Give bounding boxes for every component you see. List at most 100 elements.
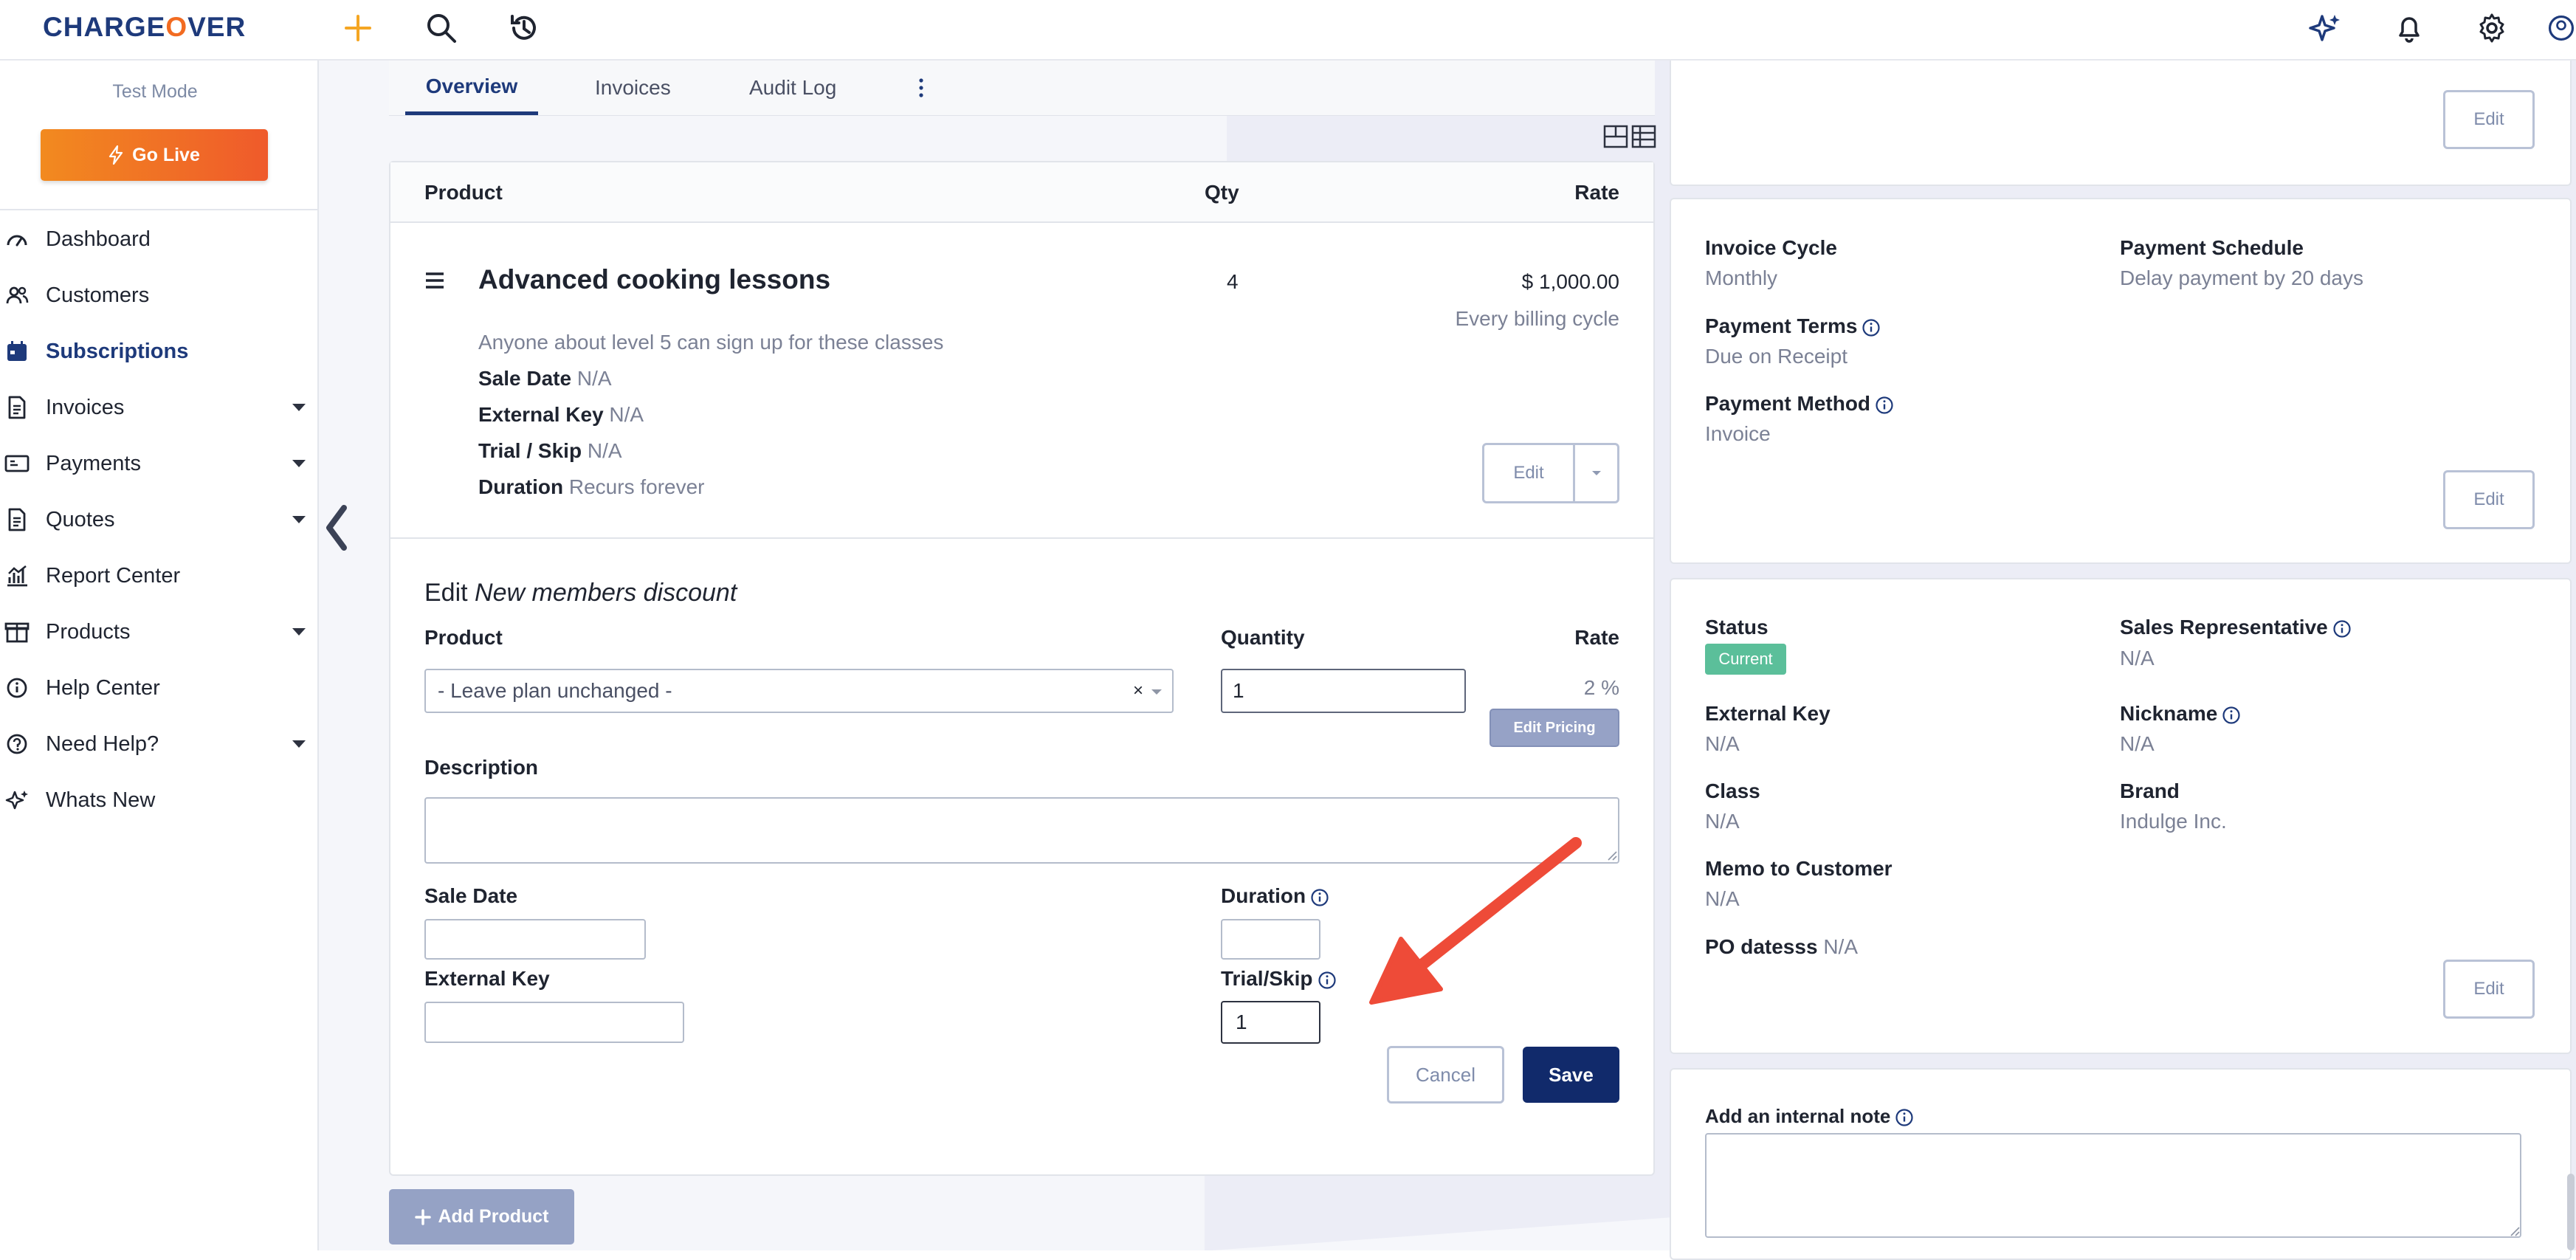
info-icon bbox=[4, 675, 30, 700]
brand-label: Brand bbox=[2120, 779, 2180, 802]
quantity-input[interactable]: 1 bbox=[1221, 669, 1466, 713]
external-key-input[interactable] bbox=[424, 1002, 684, 1043]
status-badge: Current bbox=[1705, 644, 1786, 675]
product-select-value: - Leave plan unchanged - bbox=[438, 679, 672, 702]
chevron-down-icon[interactable] bbox=[292, 516, 306, 523]
layout-rows-icon[interactable] bbox=[1631, 124, 1656, 149]
info-icon[interactable] bbox=[1895, 1108, 1914, 1127]
resize-handle-icon[interactable] bbox=[1605, 849, 1617, 861]
trial-skip-input[interactable]: 1 bbox=[1221, 1001, 1320, 1044]
chargeover-logo[interactable]: CHARGEOVER bbox=[43, 12, 246, 43]
sidebar-item-invoices[interactable]: Invoices bbox=[0, 385, 317, 430]
clear-icon[interactable]: × bbox=[1133, 681, 1143, 701]
resize-handle-icon[interactable] bbox=[2508, 1225, 2520, 1236]
col-rate-header: Rate bbox=[1574, 181, 1619, 204]
sidebar-divider bbox=[0, 209, 317, 210]
lightning-icon bbox=[109, 145, 123, 165]
payment-method-label: Payment Method bbox=[1705, 392, 1894, 416]
sidebar-item-need-help[interactable]: Need Help? bbox=[0, 722, 317, 766]
sidebar-item-payments[interactable]: Payments bbox=[0, 441, 317, 486]
sidebar-item-help-center[interactable]: Help Center bbox=[0, 666, 317, 710]
sidebar-item-label: Subscriptions bbox=[46, 339, 189, 363]
quantity-input-value: 1 bbox=[1233, 679, 1244, 702]
document-icon bbox=[4, 507, 30, 532]
internal-note-textarea[interactable] bbox=[1705, 1133, 2521, 1238]
brand-value: Indulge Inc. bbox=[2120, 810, 2227, 833]
trial-skip-label: Trial/Skip bbox=[1221, 967, 1337, 991]
chart-icon bbox=[4, 563, 30, 588]
account-icon[interactable] bbox=[2546, 6, 2576, 50]
product-billing-cycle: Every billing cycle bbox=[1455, 307, 1619, 330]
gear-icon[interactable] bbox=[2470, 6, 2514, 50]
save-button[interactable]: Save bbox=[1523, 1047, 1619, 1103]
product-edit-button[interactable]: Edit bbox=[1482, 443, 1575, 503]
scrollbar[interactable] bbox=[2567, 1174, 2575, 1250]
add-icon[interactable] bbox=[336, 6, 380, 50]
sidebar-item-label: Help Center bbox=[46, 675, 160, 700]
layout-split-icon[interactable] bbox=[1603, 124, 1628, 149]
edit-pricing-button[interactable]: Edit Pricing bbox=[1490, 709, 1619, 747]
tab-invoices[interactable]: Invoices bbox=[595, 61, 671, 115]
sidebar-item-quotes[interactable]: Quotes bbox=[0, 498, 317, 542]
bell-icon[interactable] bbox=[2387, 6, 2431, 50]
drag-handle-icon[interactable] bbox=[424, 272, 445, 289]
sale-date-input[interactable] bbox=[424, 919, 646, 960]
product-description: Anyone about level 5 can sign up for the… bbox=[478, 331, 944, 354]
calendar-icon bbox=[4, 339, 30, 364]
sidebar-item-dashboard[interactable]: Dashboard bbox=[0, 217, 317, 261]
invoice-cycle-value: Monthly bbox=[1705, 266, 1778, 289]
chevron-down-icon[interactable] bbox=[292, 460, 306, 467]
add-product-button[interactable]: Add Product bbox=[389, 1189, 574, 1244]
invoice-cycle-label: Invoice Cycle bbox=[1705, 236, 1837, 259]
info-icon[interactable] bbox=[1862, 318, 1881, 337]
product-rate: $ 1,000.00 bbox=[1521, 270, 1619, 293]
box-icon bbox=[4, 619, 30, 644]
product-select[interactable]: - Leave plan unchanged - × bbox=[424, 669, 1174, 713]
top-bar: CHARGEOVER bbox=[0, 0, 2576, 61]
memo-label: Memo to Customer bbox=[1705, 857, 1893, 880]
info-icon[interactable] bbox=[1318, 971, 1337, 990]
ai-sparkle-icon[interactable] bbox=[2303, 6, 2347, 50]
collapse-sidebar-icon[interactable] bbox=[322, 502, 351, 554]
class-label: Class bbox=[1705, 779, 1760, 802]
chevron-down-icon[interactable] bbox=[292, 740, 306, 748]
sidebar-item-label: Payments bbox=[46, 451, 141, 475]
tab-audit-log[interactable]: Audit Log bbox=[749, 61, 836, 115]
sidebar-item-label: Customers bbox=[46, 283, 150, 307]
sidebar-item-report-center[interactable]: Report Center bbox=[0, 554, 317, 598]
top-details-card bbox=[1670, 52, 2572, 186]
edit-rate-label: Rate bbox=[1574, 626, 1619, 649]
chevron-down-icon[interactable] bbox=[292, 628, 306, 636]
sidebar-item-products[interactable]: Products bbox=[0, 610, 317, 654]
nickname-value: N/A bbox=[2120, 732, 2155, 755]
line-divider bbox=[390, 537, 1653, 539]
sidebar-item-subscriptions[interactable]: Subscriptions bbox=[0, 329, 317, 373]
info-icon[interactable] bbox=[2332, 619, 2352, 638]
edit-product-label: Product bbox=[424, 626, 503, 649]
billing-edit-button[interactable]: Edit bbox=[2443, 470, 2535, 529]
duration-input[interactable] bbox=[1221, 919, 1320, 960]
info-icon[interactable] bbox=[1875, 396, 1894, 415]
product-name: Advanced cooking lessons bbox=[478, 264, 831, 295]
search-icon[interactable] bbox=[419, 6, 464, 50]
sidebar-item-whats-new[interactable]: Whats New bbox=[0, 778, 317, 822]
status-label: Status bbox=[1705, 616, 1769, 638]
sidebar-item-label: Invoices bbox=[46, 395, 125, 419]
product-external-key: External Key N/A bbox=[478, 403, 644, 426]
product-edit-dropdown-button[interactable] bbox=[1573, 443, 1619, 503]
info-icon[interactable] bbox=[2222, 706, 2241, 725]
history-icon[interactable] bbox=[502, 6, 546, 50]
cancel-button[interactable]: Cancel bbox=[1387, 1046, 1504, 1104]
tab-overview[interactable]: Overview bbox=[405, 61, 538, 115]
chevron-down-icon[interactable] bbox=[292, 404, 306, 411]
details-edit-button[interactable]: Edit bbox=[2443, 960, 2535, 1019]
top-edit-button[interactable]: Edit bbox=[2443, 90, 2535, 149]
info-icon[interactable] bbox=[1310, 888, 1329, 907]
payment-method-value: Invoice bbox=[1705, 422, 1771, 445]
go-live-button[interactable]: Go Live bbox=[41, 129, 268, 181]
tab-bar bbox=[389, 61, 1655, 116]
sidebar-item-customers[interactable]: Customers bbox=[0, 273, 317, 317]
sidebar-item-label: Need Help? bbox=[46, 731, 159, 756]
payment-terms-value: Due on Receipt bbox=[1705, 345, 1848, 368]
more-options-icon[interactable] bbox=[917, 77, 926, 99]
